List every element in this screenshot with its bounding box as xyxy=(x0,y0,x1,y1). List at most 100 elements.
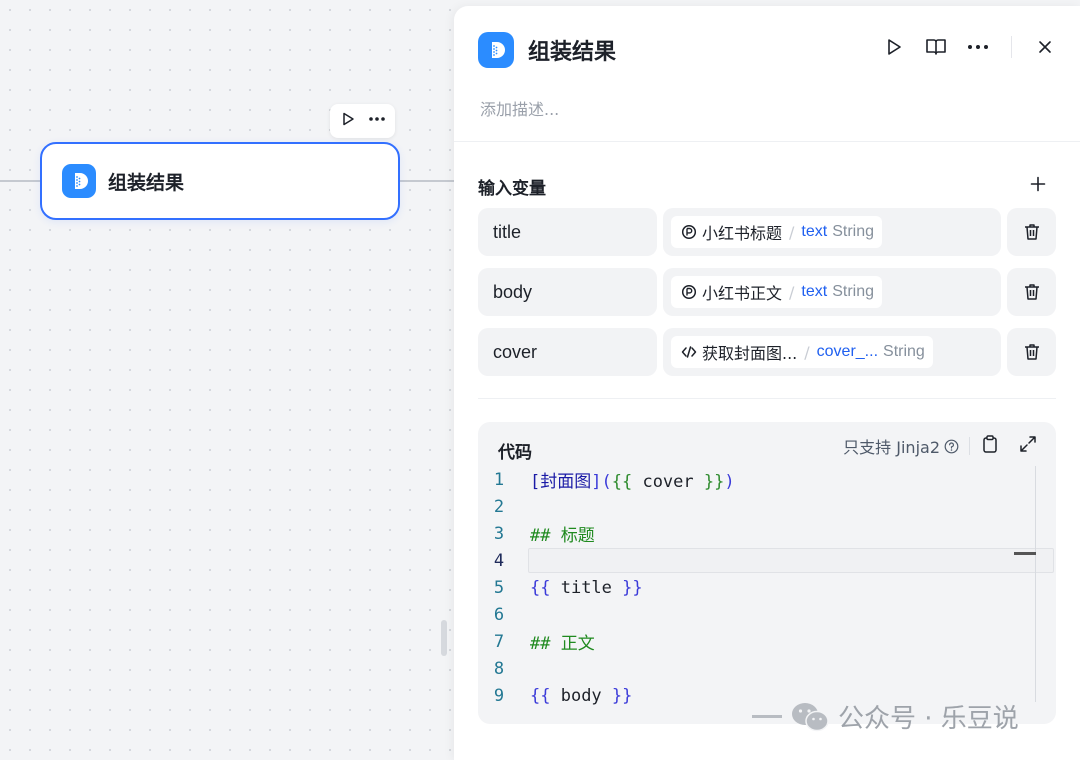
line-text: ## 标题 xyxy=(530,526,595,546)
editor-scrollbar[interactable] xyxy=(1014,466,1036,702)
variable-name-input[interactable]: body xyxy=(478,268,657,316)
connection-edge-out xyxy=(400,180,456,182)
copy-code-button[interactable] xyxy=(980,434,1000,458)
ref-field-name: text xyxy=(801,283,828,300)
code-line: 7 ## 正文 xyxy=(478,628,1056,655)
trash-icon xyxy=(1024,284,1039,300)
variable-row: body 小红书正文 / text String xyxy=(478,268,1056,316)
code-line: 3 ## 标题 xyxy=(478,520,1056,547)
panel-resize-handle[interactable] xyxy=(441,620,447,656)
node-toolbar xyxy=(330,104,395,138)
toolbar-divider xyxy=(969,437,970,455)
trash-icon xyxy=(1024,224,1039,240)
code-icon xyxy=(681,346,697,358)
watermark-text: 公众号 · 乐豆说 xyxy=(838,704,1019,734)
line-number: 3 xyxy=(493,523,505,544)
node-title: 组装结果 xyxy=(108,171,185,194)
node-icon xyxy=(681,224,697,240)
wechat-icon xyxy=(792,702,829,731)
book-icon xyxy=(926,39,946,55)
code-line: 8 xyxy=(478,655,1056,682)
expand-icon xyxy=(1020,436,1036,452)
ref-field-type: String xyxy=(832,283,874,300)
ref-node-name: 小红书正文 xyxy=(702,284,783,303)
variable-row: title 小红书标题 / text String xyxy=(478,208,1056,256)
docs-button[interactable] xyxy=(923,34,949,60)
divider xyxy=(454,141,1080,142)
ref-separator: / xyxy=(789,222,795,242)
variable-row: cover 获取封面图... / cover_... String xyxy=(478,328,1056,376)
code-line: 2 xyxy=(478,493,1056,520)
delete-variable-button[interactable] xyxy=(1007,328,1056,376)
code-label: 代码 xyxy=(498,443,532,463)
workflow-node-assemble[interactable]: 组装结果 xyxy=(40,142,400,220)
jinja-support-text: 只支持 Jinja2 xyxy=(843,438,940,457)
clipboard-icon xyxy=(983,435,997,453)
connection-edge-in xyxy=(0,180,40,182)
panel-header: 组装结果 xyxy=(478,30,1058,70)
variable-ref-selector[interactable]: 小红书标题 / text String xyxy=(663,208,1001,256)
line-text: [封面图]({{ cover }}) xyxy=(530,472,735,492)
code-line-active: 4 xyxy=(478,547,1056,574)
plus-icon xyxy=(1030,176,1046,192)
ref-separator: / xyxy=(804,342,810,362)
node-more-button[interactable] xyxy=(368,111,386,131)
add-variable-button[interactable] xyxy=(1026,172,1050,196)
more-icon xyxy=(968,45,988,49)
input-variables-title: 输入变量 xyxy=(478,179,546,199)
panel-logo-icon xyxy=(478,32,514,68)
variable-name-input[interactable]: cover xyxy=(478,328,657,376)
line-number: 9 xyxy=(493,685,505,706)
line-number: 6 xyxy=(493,604,505,625)
watermark-line xyxy=(752,715,782,718)
description-input[interactable]: 添加描述... xyxy=(480,96,559,120)
ref-chip: 小红书正文 / text String xyxy=(671,276,882,308)
ref-separator: / xyxy=(789,282,795,302)
variable-ref-selector[interactable]: 获取封面图... / cover_... String xyxy=(663,328,1001,376)
code-line: 1 [封面图]({{ cover }}) xyxy=(478,466,1056,493)
expand-editor-button[interactable] xyxy=(1018,434,1038,458)
line-text: {{ title }} xyxy=(530,577,643,598)
panel-header-actions xyxy=(881,34,1058,60)
ref-field-type: String xyxy=(832,223,874,240)
ref-field-name: text xyxy=(801,223,828,240)
line-text: ## 正文 xyxy=(530,634,595,654)
run-node-button[interactable] xyxy=(340,111,356,131)
ref-node-name: 小红书标题 xyxy=(702,224,783,243)
code-lines[interactable]: 1 [封面图]({{ cover }}) 2 3 ## 标题 4 5 {{ ti… xyxy=(478,466,1056,709)
divider xyxy=(478,398,1056,399)
code-toolbar: 只支持 Jinja2 xyxy=(843,434,1038,458)
trash-icon xyxy=(1024,344,1039,360)
line-text: {{ body }} xyxy=(530,685,633,706)
panel-more-button[interactable] xyxy=(965,34,991,60)
header-divider xyxy=(1011,36,1012,58)
more-icon xyxy=(368,117,385,121)
line-number: 5 xyxy=(493,577,505,598)
line-number: 4 xyxy=(493,550,505,571)
code-line: 6 xyxy=(478,601,1056,628)
node-logo-icon xyxy=(62,164,96,198)
ref-chip: 获取封面图... / cover_... String xyxy=(671,336,933,368)
variable-name-input[interactable]: title xyxy=(478,208,657,256)
play-icon xyxy=(342,112,354,126)
scrollbar-thumb[interactable] xyxy=(1014,552,1036,555)
ref-field-name: cover_... xyxy=(816,343,879,360)
close-panel-button[interactable] xyxy=(1032,34,1058,60)
ref-field-type: String xyxy=(883,343,925,360)
node-config-panel: 组装结果 添加描述... 输入变量 title 小红书标题 / text Str… xyxy=(454,6,1080,760)
node-icon xyxy=(681,284,697,300)
help-icon[interactable] xyxy=(944,439,959,454)
panel-title[interactable]: 组装结果 xyxy=(528,34,616,66)
active-line-highlight xyxy=(528,548,1054,573)
code-editor[interactable]: 代码 只支持 Jinja2 1 [封面图]({{ cover }}) 2 3 #… xyxy=(478,422,1056,724)
code-line: 5 {{ title }} xyxy=(478,574,1056,601)
test-run-button[interactable] xyxy=(881,34,907,60)
variable-ref-selector[interactable]: 小红书正文 / text String xyxy=(663,268,1001,316)
delete-variable-button[interactable] xyxy=(1007,208,1056,256)
line-number: 1 xyxy=(493,469,505,490)
line-number: 7 xyxy=(493,631,505,652)
line-number: 2 xyxy=(493,496,505,517)
ref-chip: 小红书标题 / text String xyxy=(671,216,882,248)
delete-variable-button[interactable] xyxy=(1007,268,1056,316)
play-icon xyxy=(888,39,901,55)
